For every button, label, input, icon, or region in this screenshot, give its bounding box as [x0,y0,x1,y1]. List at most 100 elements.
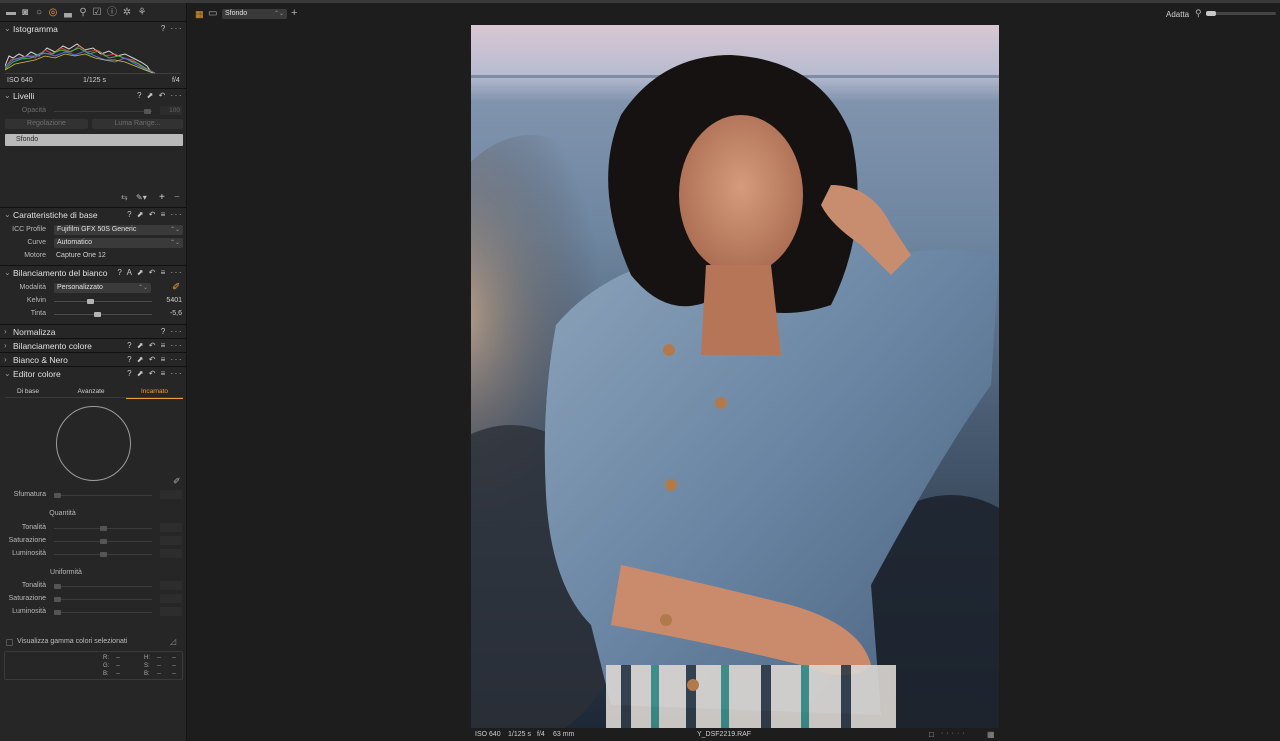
view-gamut-checkbox[interactable] [6,639,13,646]
grid-view-icon[interactable]: ▦ [195,9,204,20]
chevron-down-icon[interactable]: ⌄ [4,208,11,222]
brush-icon[interactable]: ✎▾ [136,193,147,202]
amount-saturation-slider[interactable] [54,539,152,544]
eyedropper-icon[interactable]: ✐ [172,282,180,293]
tint-value[interactable]: -5,6 [160,310,182,317]
chevron-right-icon[interactable]: › [4,339,7,353]
uniformity-hue-label: Tonalità [21,582,46,589]
normalize-section[interactable]: › Normalizza ? ··· [0,324,186,339]
regolazione-dropdown[interactable]: Regolazione [5,119,88,129]
opacity-label: Opacità [21,107,46,114]
footer-iso: ISO 640 [475,731,501,738]
color-balance-section[interactable]: › Bilanciamento colore ? ⬈ ↶ ≡ ··· [0,338,186,353]
section-tools-icons[interactable]: ? ⬈ ↶ ≡ ··· [127,208,183,222]
picker-icon[interactable]: ✐ [173,476,181,487]
output-icon[interactable]: ✲ [121,7,133,19]
histogram-header[interactable]: ⌄ Istogramma ? ··· [0,22,186,36]
kelvin-slider[interactable] [54,299,152,304]
metadata-icon[interactable]: ⓘ [106,7,118,19]
readout-b2-value: -- [157,671,161,677]
kelvin-value[interactable]: 5401 [160,297,182,304]
amount-lightness-label: Luminosità [12,550,46,557]
viewer-footer: ISO 640 1/125 s f/4 63 mm Y_DSF2219.RAF … [471,729,999,741]
library-icon[interactable]: ▬ [5,7,17,19]
curve-dropdown[interactable]: Automatico ⌃⌄ [54,238,183,248]
capture-icon[interactable]: ◙ [19,7,31,19]
opacity-slider[interactable] [54,109,152,114]
black-white-section[interactable]: › Bianco & Nero ? ⬈ ↶ ≡ ··· [0,352,186,367]
rating-box-icon[interactable]: □ [929,730,934,739]
section-tools-icons[interactable]: ? ⬈ ↶ ≡ ··· [127,339,183,353]
color-icon[interactable]: ◎ [47,7,59,19]
uniformity-saturation-slider[interactable] [54,597,152,602]
exposure-icon[interactable]: ▃ [62,7,74,19]
color-editor-tabs: Di base Avanzate Incarnato [5,386,183,399]
chevron-right-icon[interactable]: › [4,325,7,339]
color-editor-header[interactable]: ⌄ Editor colore ? ⬈ ↶ ≡ ··· [0,367,186,381]
opacity-value[interactable]: 100 [160,106,182,115]
section-tools-icons[interactable]: ? ⬈ ↶ ··· [137,89,183,103]
chevron-down-icon[interactable]: ⌄ [4,89,11,103]
tab-skin-tone[interactable]: Incarnato [126,388,183,399]
smoothness-value[interactable] [160,490,182,499]
picker-icon[interactable]: ◿ [170,637,176,646]
tab-basic[interactable]: Di base [5,388,51,395]
color-editor-title: Editor colore [13,369,61,379]
tint-slider-handle[interactable] [94,312,102,317]
layer-swap-icon[interactable]: ⇆ [121,193,128,202]
zoom-icon[interactable]: ⚲ [1195,8,1202,19]
add-icon[interactable]: + [291,7,297,19]
readout-s-value: -- [157,663,161,669]
layer-select[interactable]: Sfondo ⌃⌄ [222,9,287,19]
basic-header[interactable]: ⌄ Caratteristiche di base ? ⬈ ↶ ≡ ··· [0,208,186,222]
smoothness-slider[interactable] [54,493,152,498]
details-icon[interactable]: ⚲ [77,7,89,19]
adjustments-icon[interactable]: ☑ [91,7,103,19]
uniformity-lightness-slider[interactable] [54,610,152,615]
star-rating[interactable]: ····· [941,730,968,737]
luma-range-button[interactable]: Luma Range... [92,119,183,129]
uniformity-hue-slider[interactable] [54,584,152,589]
wb-mode-dropdown[interactable]: Personalizzato ⌃⌄ [54,283,151,293]
uniformity-saturation-value[interactable] [160,594,182,603]
section-tools-icons[interactable]: ? ⬈ ↶ ≡ ··· [127,367,183,381]
amount-saturation-value[interactable] [160,536,182,545]
chevron-down-icon[interactable]: ⌄ [4,367,11,381]
section-tools-icons[interactable]: ? ⬈ ↶ ≡ ··· [127,353,183,367]
chevron-right-icon[interactable]: › [4,353,7,367]
icc-profile-dropdown[interactable]: Fujifilm GFX 50S Generic ⌃⌄ [54,225,183,235]
uniformity-lightness-value[interactable] [160,607,182,616]
batch-icon[interactable]: ⚘ [136,7,148,19]
lens-icon[interactable]: ○ [33,7,45,19]
kelvin-label: Kelvin [26,297,46,304]
add-layer-icon[interactable]: + [159,192,165,203]
color-editor-section: ⌄ Editor colore ? ⬈ ↶ ≡ ··· Di base Avan… [0,366,186,684]
help-more-icons[interactable]: ? ··· [161,22,183,36]
chevron-down-icon[interactable]: ⌄ [4,22,11,36]
tab-advanced[interactable]: Avanzate [65,388,117,395]
color-tag-icon[interactable]: ▦ [987,730,995,739]
amount-hue-value[interactable] [160,523,182,532]
tint-label: Tinta [30,310,46,317]
zoom-slider-handle[interactable] [1206,11,1216,16]
white-balance-header[interactable]: ⌄ Bilanciamento del bianco ? A ⬈ ↶ ≡ ··· [0,266,186,280]
color-balance-title: Bilanciamento colore [13,341,92,351]
layer-item-background[interactable]: Sfondo [5,134,183,146]
remove-layer-icon[interactable]: − [174,192,180,203]
amount-hue-slider[interactable] [54,526,152,531]
fit-label[interactable]: Adatta [1166,10,1189,19]
readout-b-value: -- [116,671,120,677]
amount-lightness-value[interactable] [160,549,182,558]
section-tools-icons[interactable]: ? A ⬈ ↶ ≡ ··· [117,266,183,280]
section-tools-icons[interactable]: ? ··· [161,325,183,339]
zoom-slider[interactable] [1206,11,1276,16]
uniformity-hue-value[interactable] [160,581,182,590]
levels-header[interactable]: ⌄ Livelli ? ⬈ ↶ ··· [0,89,186,103]
single-view-icon[interactable]: ▭ [208,8,217,19]
tint-slider[interactable] [54,312,152,317]
color-wheel[interactable] [56,406,131,481]
chevron-down-icon[interactable]: ⌄ [4,266,11,280]
amount-lightness-slider[interactable] [54,552,152,557]
normalize-title: Normalizza [13,327,56,337]
kelvin-slider-handle[interactable] [86,299,94,304]
